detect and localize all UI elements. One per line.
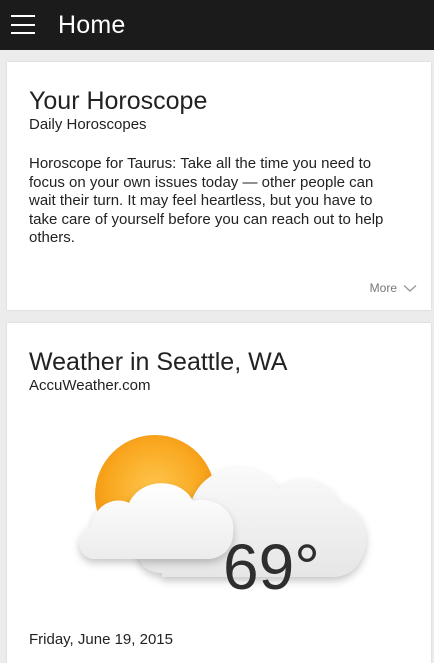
temperature: 69° [223, 531, 320, 603]
app-bar: Home [0, 0, 434, 50]
page-title: Home [58, 11, 126, 39]
weather-card[interactable]: Weather in Seattle, WA AccuWeather.com 6… [7, 323, 431, 663]
weather-source: AccuWeather.com [29, 377, 151, 394]
more-button[interactable]: More [370, 281, 417, 295]
horoscope-card[interactable]: Your Horoscope Daily Horoscopes Horoscop… [7, 62, 431, 310]
hamburger-menu-icon[interactable] [11, 15, 35, 35]
chevron-down-icon [403, 284, 417, 292]
horoscope-subtitle: Daily Horoscopes [29, 116, 147, 133]
more-label: More [369, 281, 397, 295]
weather-title: Weather in Seattle, WA [29, 348, 288, 376]
partly-cloudy-icon [79, 435, 367, 577]
horoscope-title: Your Horoscope [29, 87, 208, 115]
forecast-date: Friday, June 19, 2015 [29, 631, 173, 648]
horoscope-text: Horoscope for Taurus: Take all the time … [29, 155, 384, 246]
